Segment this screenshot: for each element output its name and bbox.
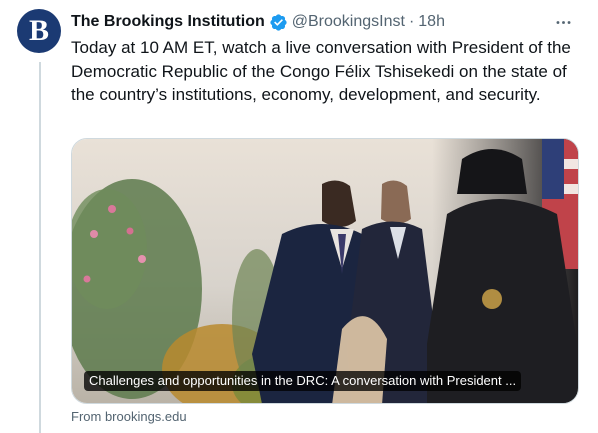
- tweet-content: The Brookings Institution @BrookingsInst…: [71, 10, 583, 424]
- card-image: [72, 139, 578, 403]
- link-card[interactable]: Challenges and opportunities in the DRC:…: [71, 138, 579, 404]
- tweet-header: The Brookings Institution @BrookingsInst…: [71, 10, 583, 34]
- display-name[interactable]: The Brookings Institution: [71, 12, 265, 32]
- handle[interactable]: @BrookingsInst: [292, 12, 405, 32]
- avatar[interactable]: B: [17, 9, 61, 53]
- more-icon[interactable]: [551, 10, 575, 34]
- separator-dot: ·: [408, 13, 415, 30]
- thread-line: [39, 62, 41, 433]
- card-source-link[interactable]: From brookings.edu: [71, 409, 187, 425]
- card-caption: Challenges and opportunities in the DRC:…: [84, 371, 522, 391]
- verified-badge-icon[interactable]: [269, 13, 288, 32]
- timestamp[interactable]: 18h: [418, 12, 445, 32]
- tweet-text: Today at 10 AM ET, watch a live conversa…: [71, 38, 571, 104]
- avatar-letter: B: [28, 14, 49, 47]
